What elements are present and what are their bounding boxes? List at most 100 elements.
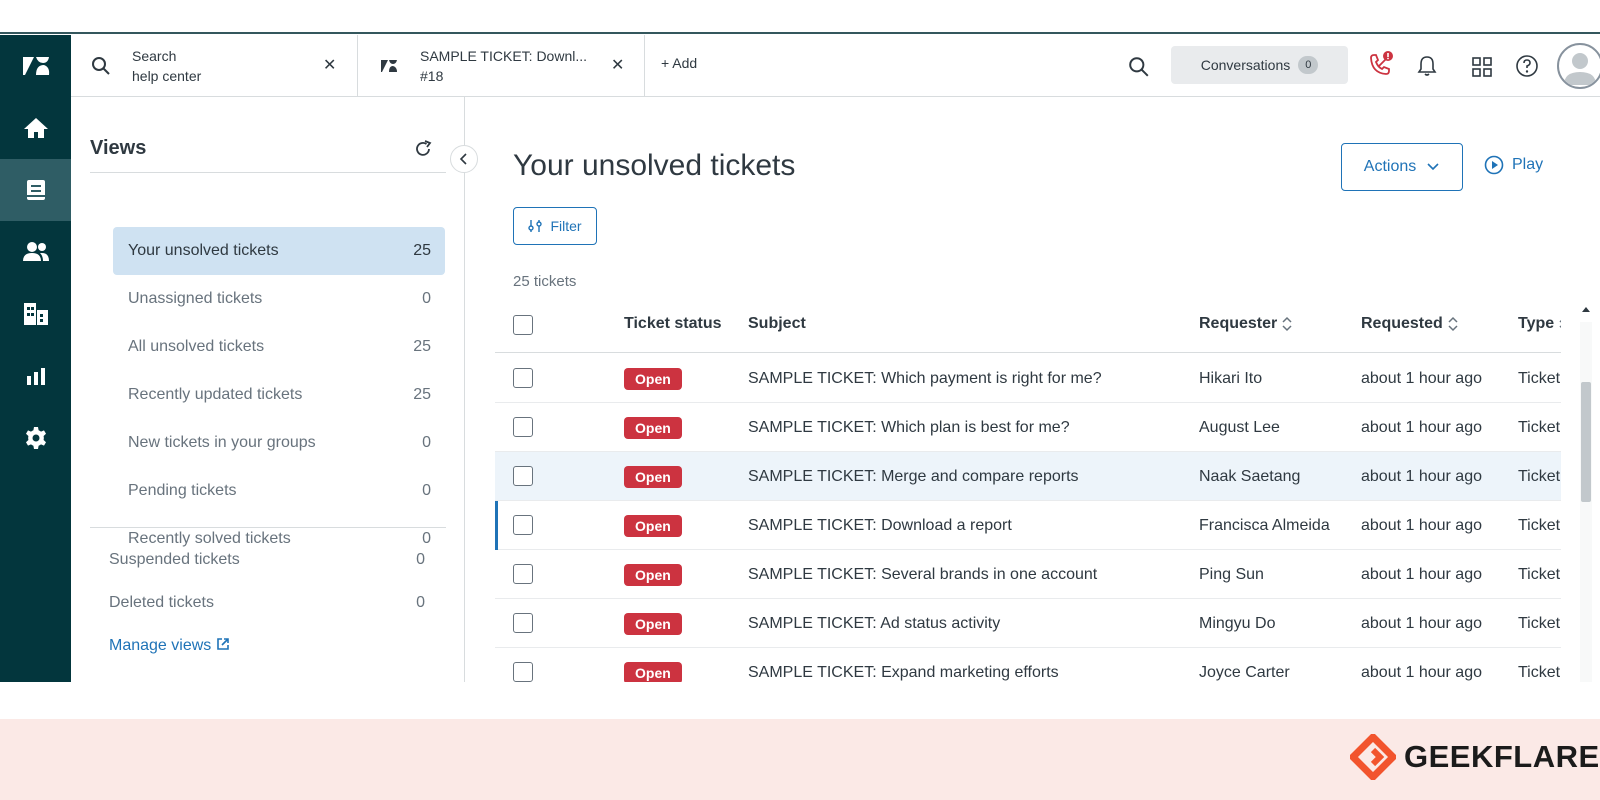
- filter-sliders-icon: [528, 220, 543, 232]
- view-count: 0: [416, 594, 425, 611]
- phone-icon[interactable]: [1366, 51, 1394, 79]
- table-row[interactable]: Open SAMPLE TICKET: Download a report Fr…: [495, 501, 1561, 550]
- tab-search-help-center[interactable]: Search help center ✕: [71, 35, 358, 96]
- top-strip: [0, 0, 1600, 34]
- row-checkbox[interactable]: [513, 368, 533, 388]
- view-item-deleted[interactable]: Deleted tickets 0: [109, 590, 425, 618]
- row-checkbox[interactable]: [513, 515, 533, 535]
- type-cell: Ticket: [1518, 615, 1561, 632]
- table-scrollbar[interactable]: [1580, 302, 1592, 682]
- requested-cell: about 1 hour ago: [1361, 615, 1482, 632]
- subject-cell[interactable]: SAMPLE TICKET: Download a report: [748, 517, 1012, 535]
- divider: [90, 172, 446, 173]
- view-item-pending[interactable]: Pending tickets 0: [113, 467, 445, 515]
- subject-cell[interactable]: SAMPLE TICKET: Which plan is best for me…: [748, 419, 1070, 437]
- subject-cell[interactable]: SAMPLE TICKET: Expand marketing efforts: [748, 664, 1059, 682]
- requested-cell: about 1 hour ago: [1361, 419, 1482, 436]
- manage-views-link[interactable]: Manage views: [109, 637, 230, 655]
- view-item-new-in-groups[interactable]: New tickets in your groups 0: [113, 419, 445, 467]
- table-row[interactable]: Open SAMPLE TICKET: Which payment is rig…: [495, 354, 1561, 403]
- column-requested[interactable]: Requested: [1361, 315, 1459, 333]
- settings-gear-icon[interactable]: [0, 407, 71, 469]
- add-tab-button[interactable]: + Add: [661, 55, 697, 71]
- table-row[interactable]: Open SAMPLE TICKET: Merge and compare re…: [495, 452, 1561, 501]
- apps-grid-icon[interactable]: [1471, 56, 1493, 78]
- requested-cell: about 1 hour ago: [1361, 468, 1482, 485]
- collapse-panel-button[interactable]: [450, 145, 478, 173]
- play-button[interactable]: Play: [1484, 155, 1543, 175]
- view-item-your-unsolved[interactable]: Your unsolved tickets 25: [113, 227, 445, 275]
- conversations-button[interactable]: Conversations 0: [1171, 46, 1348, 84]
- table-row[interactable]: Open SAMPLE TICKET: Which plan is best f…: [495, 403, 1561, 452]
- column-label: Requester: [1199, 315, 1278, 332]
- ticket-tab-icon: [381, 60, 397, 72]
- filter-button[interactable]: Filter: [513, 207, 597, 245]
- row-checkbox[interactable]: [513, 662, 533, 682]
- search-icon[interactable]: [1128, 56, 1150, 78]
- column-subject[interactable]: Subject: [748, 315, 806, 333]
- view-label: Recently updated tickets: [128, 386, 303, 403]
- requester-cell: Francisca Almeida: [1199, 517, 1330, 534]
- refresh-icon[interactable]: [413, 139, 433, 159]
- zendesk-logo-icon[interactable]: [0, 35, 71, 97]
- status-badge: Open: [624, 662, 682, 682]
- row-checkbox[interactable]: [513, 417, 533, 437]
- row-checkbox[interactable]: [513, 564, 533, 584]
- conversations-count-badge: 0: [1298, 56, 1319, 74]
- ticket-count: 25 tickets: [513, 273, 577, 290]
- view-item-all-unsolved[interactable]: All unsolved tickets 25: [113, 323, 445, 371]
- column-ticket-status[interactable]: Ticket status: [624, 315, 722, 333]
- column-type[interactable]: Type: [1518, 315, 1561, 333]
- divider: [90, 527, 446, 528]
- subject-cell[interactable]: SAMPLE TICKET: Which payment is right fo…: [748, 370, 1102, 388]
- play-label: Play: [1512, 156, 1544, 173]
- user-avatar[interactable]: [1557, 43, 1600, 89]
- type-cell: Ticket: [1518, 664, 1561, 681]
- tab-sample-ticket[interactable]: SAMPLE TICKET: Downl... #18 ✕: [358, 35, 645, 96]
- reporting-icon[interactable]: [0, 345, 71, 407]
- subject-cell[interactable]: SAMPLE TICKET: Ad status activity: [748, 615, 1000, 633]
- status-badge: Open: [624, 466, 682, 488]
- subject-cell[interactable]: SAMPLE TICKET: Merge and compare reports: [748, 468, 1079, 486]
- views-icon[interactable]: [0, 159, 71, 221]
- column-requester[interactable]: Requester: [1199, 315, 1293, 333]
- view-count: 0: [416, 551, 425, 568]
- view-count: 25: [413, 242, 431, 259]
- organizations-icon[interactable]: [0, 283, 71, 345]
- page-title: Your unsolved tickets: [513, 149, 796, 182]
- view-label: All unsolved tickets: [128, 338, 265, 355]
- requester-cell: August Lee: [1199, 419, 1280, 436]
- geekflare-logo: GEEKFLARE: [1350, 734, 1600, 780]
- column-label: Type: [1518, 315, 1555, 332]
- table-row[interactable]: Open SAMPLE TICKET: Expand marketing eff…: [495, 648, 1561, 682]
- view-item-unassigned[interactable]: Unassigned tickets 0: [113, 275, 445, 323]
- actions-dropdown[interactable]: Actions: [1341, 143, 1463, 191]
- tab-subtitle: help center: [132, 68, 202, 84]
- view-label: Unassigned tickets: [128, 290, 263, 307]
- geekflare-logo-icon: [1350, 734, 1396, 780]
- close-tab-icon[interactable]: ✕: [323, 55, 336, 75]
- view-count: 0: [422, 482, 431, 499]
- view-item-suspended[interactable]: Suspended tickets 0: [109, 547, 425, 575]
- tickets-table: Ticket status Subject Requester Requeste…: [495, 297, 1561, 682]
- row-checkbox[interactable]: [513, 466, 533, 486]
- subject-cell[interactable]: SAMPLE TICKET: Several brands in one acc…: [748, 566, 1097, 584]
- table-row[interactable]: Open SAMPLE TICKET: Several brands in on…: [495, 550, 1561, 599]
- select-all-checkbox[interactable]: [513, 315, 533, 335]
- customers-icon[interactable]: [0, 221, 71, 283]
- home-icon[interactable]: [0, 97, 71, 159]
- view-item-recently-updated[interactable]: Recently updated tickets 25: [113, 371, 445, 419]
- table-row[interactable]: Open SAMPLE TICKET: Ad status activity M…: [495, 599, 1561, 648]
- row-checkbox[interactable]: [513, 613, 533, 633]
- requester-cell: Mingyu Do: [1199, 615, 1276, 632]
- notifications-bell-icon[interactable]: [1416, 55, 1438, 77]
- views-panel: Views Your unsolved tickets 25 Unassigned…: [71, 97, 534, 682]
- scroll-up-arrow-icon[interactable]: [1581, 304, 1591, 314]
- close-tab-icon[interactable]: ✕: [611, 55, 624, 75]
- nav-rail: [0, 35, 71, 682]
- help-icon[interactable]: [1515, 54, 1539, 78]
- scrollbar-thumb[interactable]: [1581, 382, 1591, 502]
- requested-cell: about 1 hour ago: [1361, 517, 1482, 534]
- chevron-down-icon: [1427, 163, 1439, 171]
- view-count: 0: [422, 434, 431, 451]
